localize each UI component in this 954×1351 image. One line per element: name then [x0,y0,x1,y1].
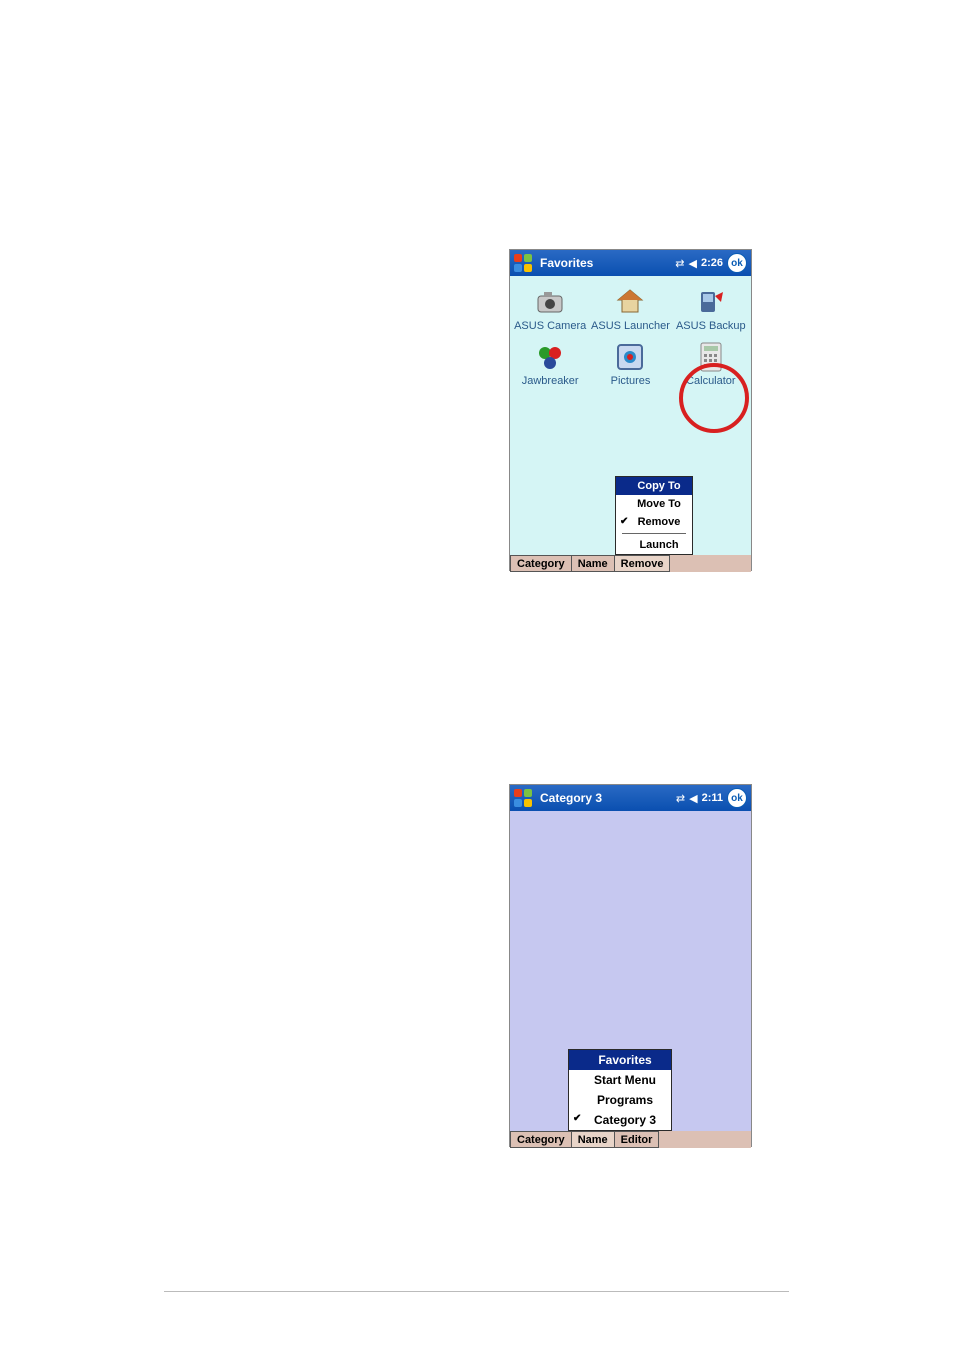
favorites-screen: Favorites ⇄ ◀ 2:26 ok ASUS Camera ASUS L… [509,249,752,571]
tab-category[interactable]: Category [510,555,572,572]
tab-editor[interactable]: Editor [614,1131,660,1148]
menu-move-to[interactable]: Move To [616,495,692,513]
balls-icon [534,341,566,373]
window-title: Favorites [540,256,593,270]
tab-name[interactable]: Name [571,555,615,572]
category-menu: Favorites Start Menu Programs ✔ Category… [568,1049,672,1131]
app-label: Jawbreaker [522,375,579,388]
app-asus-camera[interactable]: ASUS Camera [510,282,590,337]
app-label: ASUS Backup [676,320,746,333]
menu-divider [622,533,686,534]
menu-favorites[interactable]: Favorites [569,1050,671,1070]
menu-label: Category 3 [594,1113,656,1127]
footer-rule [164,1291,789,1292]
bottom-bar: Category Name Editor [510,1131,751,1148]
menu-start-menu[interactable]: Start Menu [569,1070,671,1090]
app-asus-backup[interactable]: ASUS Backup [671,282,751,337]
windows-flag-icon [514,254,532,272]
menu-category3[interactable]: ✔ Category 3 [569,1110,671,1130]
tab-category[interactable]: Category [510,1131,572,1148]
menu-label: Remove [638,516,681,528]
ok-button[interactable]: ok [727,253,747,273]
start-icon[interactable] [512,787,534,809]
app-jawbreaker[interactable]: Jawbreaker [510,337,590,392]
speaker-icon[interactable]: ◀ [689,257,697,270]
context-menu: Copy To Move To ✔ Remove Launch [615,476,693,555]
app-label: ASUS Camera [514,320,586,333]
menu-launch[interactable]: Launch [616,536,692,554]
check-icon: ✔ [573,1113,581,1124]
category3-screen: Category 3 ⇄ ◀ 2:11 ok Favorites Start M… [509,784,752,1147]
check-icon: ✔ [620,516,628,527]
tab-remove[interactable]: Remove [614,555,671,572]
speaker-icon[interactable]: ◀ [689,792,697,805]
app-label: Pictures [611,375,651,388]
favorites-body: ASUS Camera ASUS Launcher ASUS Backup Ja… [510,276,751,555]
window-title: Category 3 [540,791,602,805]
camera-icon [534,286,566,318]
clock: 2:26 [701,257,723,269]
app-label: ASUS Launcher [591,320,670,333]
menu-remove[interactable]: ✔ Remove [616,513,692,531]
status-area: ⇄ ◀ 2:11 ok [676,785,747,811]
connectivity-icon[interactable]: ⇄ [676,792,685,805]
menu-copy-to[interactable]: Copy To [616,477,692,495]
house-icon [614,286,646,318]
app-asus-launcher[interactable]: ASUS Launcher [590,282,670,337]
titlebar: Category 3 ⇄ ◀ 2:11 ok [510,785,751,811]
ok-button[interactable]: ok [727,788,747,808]
clock: 2:11 [702,792,723,804]
category-body: Favorites Start Menu Programs ✔ Category… [510,811,751,1131]
menu-programs[interactable]: Programs [569,1090,671,1110]
highlight-circle [679,363,749,433]
backup-icon [695,286,727,318]
pictures-icon [614,341,646,373]
start-icon[interactable] [512,252,534,274]
app-pictures[interactable]: Pictures [590,337,670,392]
status-area: ⇄ ◀ 2:26 ok [675,250,747,276]
bottom-bar: Category Name Remove [510,555,751,572]
titlebar: Favorites ⇄ ◀ 2:26 ok [510,250,751,276]
windows-flag-icon [514,789,532,807]
connectivity-icon[interactable]: ⇄ [675,257,684,270]
tab-name[interactable]: Name [571,1131,615,1148]
